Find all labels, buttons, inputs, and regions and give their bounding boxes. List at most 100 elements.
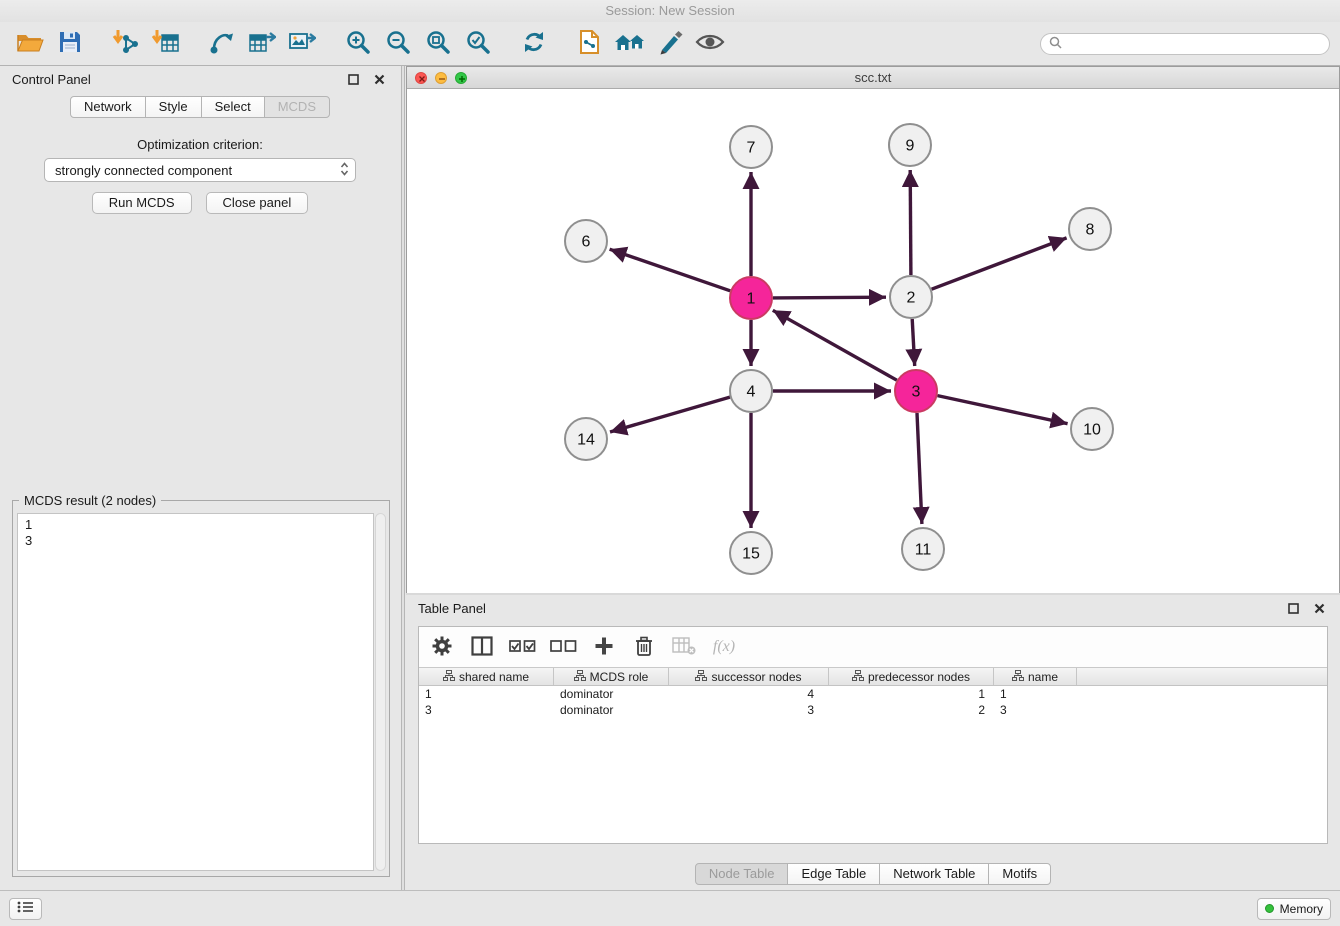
- vertical-splitter[interactable]: [401, 66, 405, 890]
- graph-node-7[interactable]: 7: [730, 126, 772, 168]
- function-builder-button[interactable]: f(x): [711, 633, 737, 661]
- mcds-result-list[interactable]: 13: [17, 513, 374, 871]
- result-scrollbar[interactable]: [375, 513, 386, 871]
- annotation-button[interactable]: [650, 25, 690, 63]
- apply-layout-button[interactable]: [514, 25, 554, 63]
- graph-node-label: 9: [906, 138, 915, 155]
- graph-node-label: 6: [582, 234, 591, 251]
- zoom-selected-button[interactable]: [458, 25, 498, 63]
- criterion-dropdown[interactable]: strongly connected component: [44, 158, 356, 182]
- tab-network-table[interactable]: Network Table: [879, 863, 989, 885]
- graph-edge-3-11[interactable]: [917, 413, 922, 524]
- import-table-button[interactable]: [146, 25, 186, 63]
- graph-node-8[interactable]: 8: [1069, 208, 1111, 250]
- graph-edge-3-10[interactable]: [938, 396, 1068, 424]
- tab-motifs[interactable]: Motifs: [988, 863, 1051, 885]
- table-row[interactable]: 1dominator411: [419, 686, 1327, 702]
- graph-node-4[interactable]: 4: [730, 370, 772, 412]
- export-image-icon: [288, 29, 316, 58]
- float-panel-icon[interactable]: [344, 70, 362, 88]
- export-table-button[interactable]: [242, 25, 282, 63]
- column-header-successor-nodes[interactable]: successor nodes: [669, 668, 829, 685]
- graph-edge-2-9[interactable]: [910, 170, 911, 275]
- column-header-name[interactable]: name: [994, 668, 1077, 685]
- window-titlebar[interactable]: Session: New Session: [0, 0, 1340, 22]
- tab-style[interactable]: Style: [145, 96, 202, 118]
- table-panel-header: Table Panel: [406, 595, 1340, 621]
- search-input[interactable]: [1067, 37, 1321, 51]
- table-row[interactable]: 3dominator323: [419, 702, 1327, 718]
- graph-node-14[interactable]: 14: [565, 418, 607, 460]
- tab-network[interactable]: Network: [70, 96, 146, 118]
- column-header-predecessor-nodes[interactable]: predecessor nodes: [829, 668, 994, 685]
- delete-column-button[interactable]: [631, 633, 657, 661]
- zoom-in-button[interactable]: [338, 25, 378, 63]
- run-mcds-button[interactable]: Run MCDS: [92, 192, 192, 214]
- minimize-window-button[interactable]: [435, 72, 447, 84]
- close-table-panel-icon[interactable]: [1310, 599, 1328, 617]
- graph-node-2[interactable]: 2: [890, 276, 932, 318]
- control-panel: Control Panel NetworkStyleSelectMCDS Opt…: [0, 66, 400, 890]
- graph-edge-3-1[interactable]: [773, 310, 897, 380]
- graph-node-9[interactable]: 9: [889, 124, 931, 166]
- graph-node-10[interactable]: 10: [1071, 408, 1113, 450]
- table-delete-icon: [672, 637, 696, 658]
- optimization-criterion-label: Optimization criterion:: [0, 137, 400, 152]
- graph-node-1[interactable]: 1: [730, 277, 772, 319]
- graph-node-15[interactable]: 15: [730, 532, 772, 574]
- select-all-button[interactable]: [509, 633, 536, 661]
- plus-icon: [594, 636, 614, 659]
- show-column-button[interactable]: [469, 633, 495, 661]
- tab-mcds[interactable]: MCDS: [264, 96, 330, 118]
- column-header-shared-name[interactable]: shared name: [419, 668, 554, 685]
- share-network-button[interactable]: [202, 25, 242, 63]
- table-settings-button[interactable]: [429, 633, 455, 661]
- tab-select[interactable]: Select: [201, 96, 265, 118]
- close-panel-button[interactable]: Close panel: [206, 192, 309, 214]
- graph-edge-1-2[interactable]: [773, 297, 886, 298]
- table-cell: 3: [669, 702, 829, 718]
- show-panels-button[interactable]: [9, 898, 42, 920]
- open-file-button[interactable]: [10, 25, 50, 63]
- tab-edge-table[interactable]: Edge Table: [787, 863, 880, 885]
- zoom-out-button[interactable]: [378, 25, 418, 63]
- refresh-layout-icon: [521, 29, 547, 58]
- graph-node-3[interactable]: 3: [895, 370, 937, 412]
- graphics-details-button[interactable]: [690, 25, 730, 63]
- result-line: 3: [25, 533, 373, 549]
- save-session-button[interactable]: [50, 25, 90, 63]
- save-floppy-icon: [58, 30, 82, 57]
- graph-edge-2-8[interactable]: [932, 238, 1067, 289]
- deselect-all-button[interactable]: [550, 633, 577, 661]
- delete-table-button[interactable]: [671, 633, 697, 661]
- first-neighbors-button[interactable]: [610, 25, 650, 63]
- table-panel: Table Panel f(x) shared nameMCDS rolesuc…: [406, 595, 1340, 890]
- network-view-window: scc.txt 7 9 6 8 1 2 4 3 14 10 15 11: [406, 66, 1340, 593]
- close-window-button[interactable]: [415, 72, 427, 84]
- float-table-panel-icon[interactable]: [1284, 599, 1302, 617]
- graph-edge-4-14[interactable]: [610, 397, 730, 432]
- result-line: 1: [25, 517, 373, 533]
- graph-node-11[interactable]: 11: [902, 528, 944, 570]
- graph-edge-1-6[interactable]: [610, 249, 731, 291]
- column-header-mcds-role[interactable]: MCDS role: [554, 668, 669, 685]
- network-canvas[interactable]: 7 9 6 8 1 2 4 3 14 10 15 11: [407, 89, 1339, 593]
- network-window-titlebar[interactable]: scc.txt: [407, 67, 1339, 89]
- close-panel-icon[interactable]: [370, 70, 388, 88]
- zoom-window-button[interactable]: [455, 72, 467, 84]
- memory-button[interactable]: Memory: [1257, 898, 1331, 920]
- open-folder-icon: [16, 30, 44, 57]
- houses-icon: [614, 30, 646, 57]
- zoom-fit-icon: [425, 29, 451, 58]
- graph-edge-2-3[interactable]: [912, 319, 915, 366]
- graph-node-6[interactable]: 6: [565, 220, 607, 262]
- table-cell: 2: [829, 702, 994, 718]
- zoom-fit-button[interactable]: [418, 25, 458, 63]
- export-image-button[interactable]: [282, 25, 322, 63]
- search-box[interactable]: [1040, 33, 1330, 55]
- export-network-button[interactable]: [570, 25, 610, 63]
- import-network-button[interactable]: [106, 25, 146, 63]
- graph-node-label: 10: [1083, 422, 1101, 439]
- create-column-button[interactable]: [591, 633, 617, 661]
- tab-node-table[interactable]: Node Table: [695, 863, 789, 885]
